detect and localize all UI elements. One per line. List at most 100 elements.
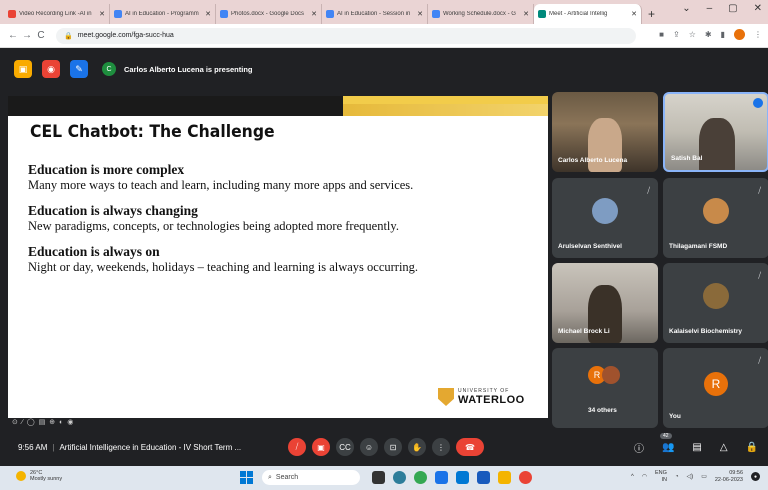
pin-icon[interactable]: ▣ [14, 60, 32, 78]
weather-widget[interactable]: 26°C Mostly sunny [16, 470, 62, 482]
taskbar-search[interactable]: ⌕ Search [262, 470, 360, 485]
tab-close-icon[interactable]: ✕ [311, 10, 317, 18]
whiteboard-icon[interactable]: ✎ [70, 60, 88, 78]
speaking-indicator-icon [753, 98, 763, 108]
self-tile[interactable]: ⧸ R You [663, 348, 768, 428]
mic-off-icon: ⧸ [758, 356, 761, 365]
tab-close-icon[interactable]: ✕ [205, 10, 211, 18]
participant-tile[interactable]: ⧸ Arulselvan Senthivel [552, 178, 658, 258]
notification-icon[interactable]: ● [751, 472, 760, 482]
volume-icon[interactable]: ◁) [687, 473, 694, 480]
annotation-toolbar[interactable]: ⊙ ∕ ◯ ▤ ⊕ ◐ ◉ [12, 418, 74, 426]
explorer-icon[interactable] [498, 471, 511, 484]
emoji-button[interactable]: ☺ [360, 438, 378, 456]
menu-icon[interactable]: ⋮ [754, 30, 762, 39]
reload-icon[interactable]: C [34, 30, 48, 41]
tab-title: Meet - Artificial Intellig [549, 11, 608, 17]
chevron-up-icon[interactable]: ^ [631, 474, 634, 480]
tab-favicon-icon [432, 10, 440, 18]
participant-photo [703, 283, 729, 309]
network-icon[interactable]: ◠ [642, 473, 647, 480]
others-count: 34 others [588, 407, 617, 414]
mic-off-icon: ⧸ [758, 186, 761, 195]
tab-close-icon[interactable]: ✕ [99, 10, 105, 18]
participant-name: Thilagamani FSMD [669, 243, 728, 250]
leave-call-button[interactable]: ☎ [456, 438, 484, 456]
task-view-icon[interactable] [372, 471, 385, 484]
chrome-icon[interactable] [414, 471, 427, 484]
browser-tab[interactable]: AI in Education - Programm ✕ [110, 4, 216, 24]
files-icon[interactable] [435, 471, 448, 484]
presentation-slide: CEL Chatbot: The Challenge Education is … [8, 96, 548, 418]
battery-icon[interactable]: ▭ [701, 473, 707, 480]
tab-favicon-icon [538, 10, 546, 18]
more-options-button[interactable]: ⋮ [432, 438, 450, 456]
forward-icon[interactable]: → [20, 30, 34, 41]
waterloo-logo: UNIVERSITY OF WATERLOO [438, 388, 525, 406]
tab-close-icon[interactable]: ✕ [417, 10, 423, 18]
meeting-info: 9:56 AM | Artificial Intelligence in Educa… [18, 443, 242, 452]
participant-tile[interactable]: Carlos Alberto Lucena [552, 92, 658, 172]
participant-tile[interactable]: ⧸ Kalaiselvi Biochemistry [663, 263, 768, 343]
participant-name: Michael Brock Li [558, 328, 610, 335]
presenter-avatar: C [102, 62, 116, 76]
participant-tile[interactable]: Michael Brock Li [552, 263, 658, 343]
activities-icon[interactable]: △ [720, 442, 728, 453]
back-icon[interactable]: ← [6, 30, 20, 41]
bullet-heading: Education is always on [28, 244, 160, 259]
presenting-bar: ▣ ◉ ✎ C Carlos Alberto Lucena is present… [0, 48, 768, 90]
tab-search-icon[interactable]: ⌄ [682, 3, 690, 14]
clock[interactable]: 09:56 22-06-2023 [715, 470, 743, 483]
extensions-icon[interactable]: ✱ [705, 30, 712, 39]
meeting-time: 9:56 AM [18, 443, 48, 452]
participant-tile[interactable]: ⧸ Thilagamani FSMD [663, 178, 768, 258]
word-icon[interactable] [477, 471, 490, 484]
maximize-button[interactable]: ▢ [728, 3, 737, 14]
edge-icon[interactable] [393, 471, 406, 484]
share-icon[interactable]: ⇪ [673, 30, 680, 39]
windows-start-icon[interactable] [240, 471, 253, 484]
others-tile[interactable]: R 34 others [552, 348, 658, 428]
tab-close-icon[interactable]: ✕ [631, 10, 637, 18]
camera-icon[interactable]: ■ [659, 30, 664, 39]
participant-name: Kalaiselvi Biochemistry [669, 328, 742, 335]
tab-favicon-icon [220, 10, 228, 18]
host-controls-icon[interactable]: 🔒 [746, 442, 758, 453]
wifi-icon[interactable]: ◔ [675, 474, 679, 480]
close-window-button[interactable]: ✕ [754, 3, 762, 14]
captions-button[interactable]: CC [336, 438, 354, 456]
chat-icon[interactable]: ▤ [692, 442, 701, 453]
camera-off-button[interactable]: ▣ [312, 438, 330, 456]
presenting-label: Carlos Alberto Lucena is presenting [124, 64, 253, 74]
profile-avatar[interactable] [734, 29, 745, 40]
search-icon: ⌕ [268, 473, 272, 481]
info-icon[interactable]: ⓘ [634, 440, 644, 455]
sidepanel-icon[interactable]: ▮ [721, 30, 725, 39]
record-icon[interactable]: ◉ [42, 60, 60, 78]
chrome-profile-icon[interactable] [519, 471, 532, 484]
store-icon[interactable] [456, 471, 469, 484]
participant-tile[interactable]: Satish Bal [663, 92, 768, 172]
tab-favicon-icon [114, 10, 122, 18]
self-avatar: R [704, 372, 728, 396]
browser-tab[interactable]: Working Schedule.docx - G ✕ [428, 4, 534, 24]
raise-hand-button[interactable]: ✋ [408, 438, 426, 456]
people-button[interactable]: 42 👥 [659, 433, 674, 453]
language-indicator[interactable]: ENG IN [655, 470, 667, 483]
browser-tab[interactable]: Video Recording Link -AI in ✕ [4, 4, 110, 24]
browser-tab[interactable]: Photos.docx - Google Docs ✕ [216, 4, 322, 24]
mic-off-button[interactable]: ⧸ [288, 438, 306, 456]
minimize-button[interactable]: – [707, 3, 713, 14]
tab-close-icon[interactable]: ✕ [523, 10, 529, 18]
windows-taskbar: 26°C Mostly sunny ⌕ Search ^ ◠ ENG IN ◔ … [0, 466, 768, 490]
browser-tab[interactable]: Meet - Artificial Intellig ✕ [534, 4, 642, 24]
browser-tab[interactable]: AI in Education - Session in ✕ [322, 4, 428, 24]
address-bar-row: ← → C 🔒 meet.google.com/fga-succ-hua ■ ⇪… [0, 24, 768, 48]
tab-title: Video Recording Link -AI in [19, 11, 92, 17]
participant-name: Satish Bal [671, 155, 703, 162]
sun-icon [16, 471, 26, 482]
new-tab-button[interactable]: + [648, 4, 655, 24]
url-field[interactable]: 🔒 meet.google.com/fga-succ-hua [56, 27, 636, 44]
present-button[interactable]: ⊡ [384, 438, 402, 456]
bookmark-star-icon[interactable]: ☆ [689, 30, 696, 39]
